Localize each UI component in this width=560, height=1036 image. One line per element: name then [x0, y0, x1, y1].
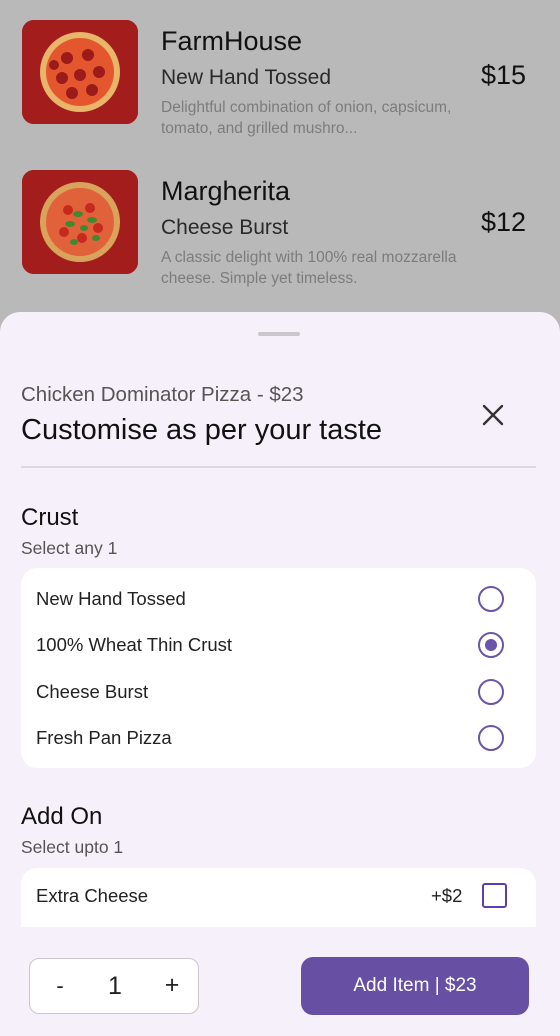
product-subtitle: Chicken Dominator Pizza - $23 — [21, 383, 304, 406]
margherita-pizza-image — [22, 170, 138, 274]
crust-section-subtitle: Select any 1 — [21, 538, 118, 558]
quantity-value: 1 — [108, 972, 122, 1000]
addon-options-card: Extra Cheese +$2 — [21, 868, 536, 927]
menu-item-farmhouse[interactable]: FarmHouse New Hand Tossed Delightful com… — [0, 0, 560, 150]
customise-bottom-sheet: Chicken Dominator Pizza - $23 Customise … — [0, 312, 560, 1036]
menu-item-description: Delightful combination of onion, capsicu… — [161, 99, 452, 137]
crust-option-label: Cheese Burst — [36, 681, 149, 702]
sheet-footer: - 1 + Add Item | $23 — [0, 927, 560, 1036]
menu-list: FarmHouse New Hand Tossed Delightful com… — [0, 0, 560, 330]
radio-button[interactable] — [478, 679, 504, 705]
addon-section-title: Add On — [21, 803, 103, 830]
add-item-button[interactable]: Add Item | $23 — [301, 957, 529, 1015]
addon-option-price: +$2 — [431, 885, 463, 906]
crust-options-card: New Hand Tossed 100% Wheat Thin Crust Ch… — [21, 568, 536, 768]
close-icon[interactable] — [478, 400, 508, 430]
radio-button-selected[interactable] — [478, 632, 504, 658]
menu-item-price: $15 — [480, 60, 526, 90]
pepperoni-pizza-image — [22, 20, 138, 124]
menu-item-crust: Cheese Burst — [161, 216, 289, 239]
crust-option-label: 100% Wheat Thin Crust — [36, 634, 233, 655]
crust-option-label: Fresh Pan Pizza — [36, 727, 172, 748]
menu-item-description: A classic delight with 100% real mozzare… — [161, 249, 457, 287]
quantity-stepper: - 1 + — [29, 958, 199, 1014]
decrement-button[interactable]: - — [50, 973, 70, 999]
header-divider — [21, 466, 536, 468]
crust-option-cheese-burst[interactable]: Cheese Burst — [21, 670, 536, 716]
checkbox[interactable] — [482, 883, 507, 908]
addon-option-label: Extra Cheese — [36, 885, 149, 906]
radio-button[interactable] — [478, 725, 504, 751]
increment-button[interactable]: + — [161, 971, 183, 1000]
menu-item-name: FarmHouse — [161, 26, 303, 56]
menu-item-name: Margherita — [161, 176, 291, 206]
crust-section-title: Crust — [21, 504, 79, 531]
crust-option-label: New Hand Tossed — [36, 588, 186, 609]
sheet-title: Customise as per your taste — [21, 414, 383, 446]
radio-button[interactable] — [478, 586, 504, 612]
menu-item-margherita[interactable]: Margherita Cheese Burst A classic deligh… — [0, 150, 560, 300]
addon-option-extra-cheese[interactable]: Extra Cheese +$2 — [21, 874, 536, 920]
sheet-drag-handle[interactable] — [258, 332, 300, 336]
crust-option-wheat-thin-crust[interactable]: 100% Wheat Thin Crust — [21, 623, 536, 669]
addon-section-subtitle: Select upto 1 — [21, 837, 124, 857]
crust-option-new-hand-tossed[interactable]: New Hand Tossed — [21, 577, 536, 623]
menu-item-price: $12 — [480, 207, 526, 237]
crust-option-fresh-pan-pizza[interactable]: Fresh Pan Pizza — [21, 716, 536, 762]
menu-item-crust: New Hand Tossed — [161, 66, 332, 89]
